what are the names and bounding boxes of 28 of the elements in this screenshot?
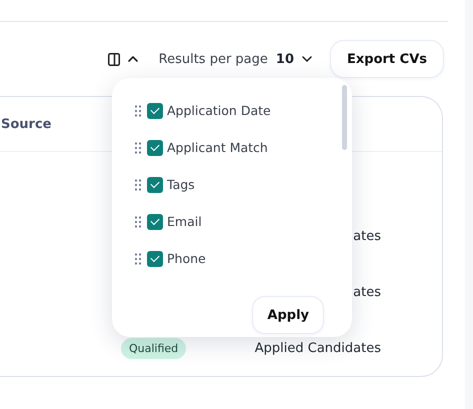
results-per-page-value[interactable]: 10 [276,52,294,66]
caret-icon[interactable] [126,54,139,64]
export-cvs-button[interactable]: Export CVs [330,40,444,78]
drag-handle-icon[interactable] [135,252,141,264]
checkbox[interactable] [147,250,163,266]
chevron-down-icon[interactable] [302,55,312,63]
drag-handle-icon[interactable] [135,216,141,228]
column-option-label[interactable]: Application Date [167,103,271,118]
checkbox[interactable] [147,102,163,118]
column-option-label[interactable]: Email [167,214,202,229]
columns-icon[interactable] [108,52,120,66]
drag-handle-icon[interactable] [135,104,141,116]
table-cell-text: ates [352,284,381,300]
column-option-label[interactable]: Tags [167,177,195,192]
checkbox[interactable] [147,176,163,192]
checkbox[interactable] [147,140,163,156]
results-per-page-label: Results per page [158,52,268,66]
status-tag: Qualified [121,338,186,358]
table-cell-text: Applied Candidates [254,340,381,356]
scrollbar[interactable] [342,85,347,150]
apply-button[interactable]: Apply [252,296,324,334]
column-option-label[interactable]: Applicant Match [167,140,268,155]
drag-handle-icon[interactable] [135,178,141,190]
column-header: Source [1,116,52,132]
column-option-label[interactable]: Phone [167,251,206,266]
checkbox[interactable] [147,214,163,230]
table-cell-text: ates [352,228,381,244]
drag-handle-icon[interactable] [135,142,141,154]
